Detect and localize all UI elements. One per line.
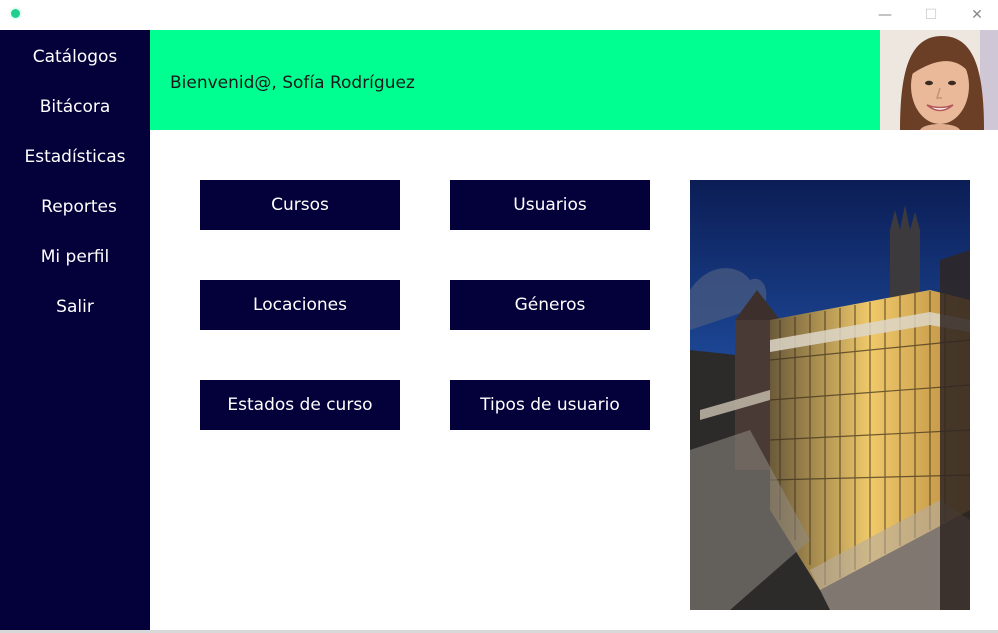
cursos-button[interactable]: Cursos — [200, 180, 400, 230]
sidebar-item-catalogos[interactable]: Catálogos — [0, 32, 150, 82]
sidebar-item-reportes[interactable]: Reportes — [4, 182, 154, 232]
app-icon — [11, 9, 20, 18]
usuarios-button[interactable]: Usuarios — [450, 180, 650, 230]
minimize-button[interactable]: — — [862, 0, 908, 30]
profile-photo — [880, 30, 998, 130]
sidebar-item-mi-perfil[interactable]: Mi perfil — [0, 232, 150, 282]
sidebar-item-estadisticas[interactable]: Estadísticas — [0, 132, 150, 182]
sidebar: Catálogos Bitácora Estadísticas Reportes… — [0, 30, 150, 630]
estados-de-curso-button[interactable]: Estados de curso — [200, 380, 400, 430]
title-bar: — ☐ ✕ — [0, 0, 998, 30]
locaciones-button[interactable]: Locaciones — [200, 280, 400, 330]
welcome-banner: Bienvenid@, Sofía Rodríguez — [150, 30, 880, 130]
maximize-button[interactable]: ☐ — [908, 0, 954, 30]
sidebar-item-salir[interactable]: Salir — [0, 282, 150, 332]
tipos-de-usuario-button[interactable]: Tipos de usuario — [450, 380, 650, 430]
close-button[interactable]: ✕ — [954, 0, 998, 30]
welcome-text: Bienvenid@, Sofía Rodríguez — [170, 73, 415, 93]
sidebar-item-bitacora[interactable]: Bitácora — [0, 82, 150, 132]
generos-button[interactable]: Géneros — [450, 280, 650, 330]
campus-building-image — [690, 180, 970, 610]
avatar[interactable] — [880, 30, 998, 130]
